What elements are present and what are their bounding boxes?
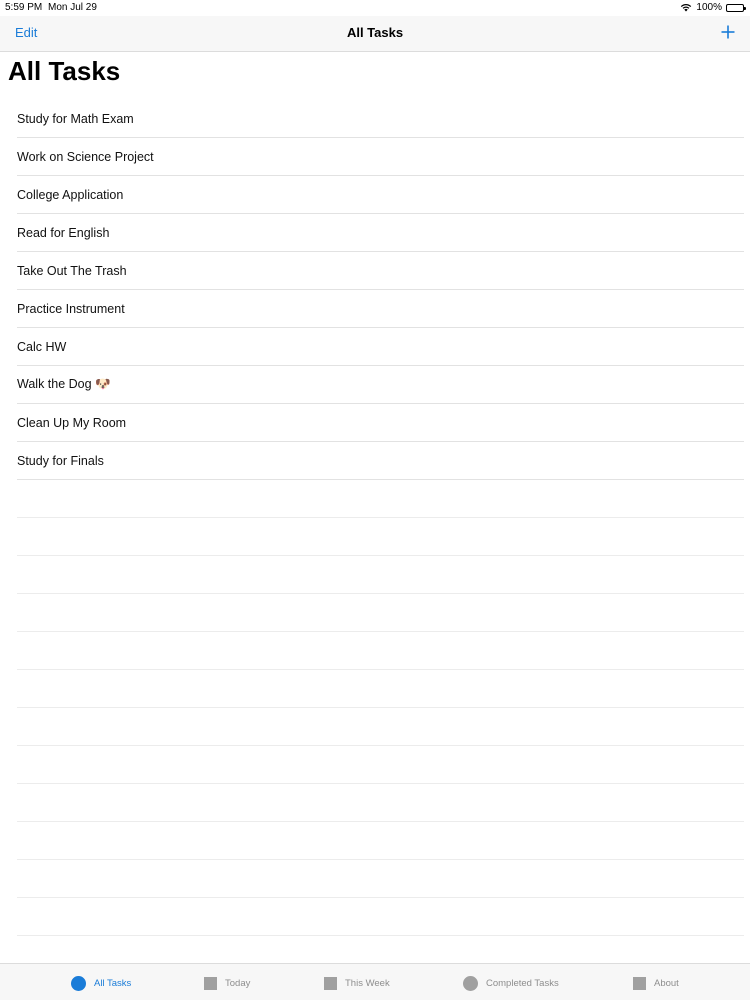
tab-label: All Tasks bbox=[94, 977, 132, 989]
navigation-bar: Edit All Tasks bbox=[0, 16, 750, 52]
empty-row bbox=[17, 670, 744, 708]
task-row[interactable]: Clean Up My Room bbox=[17, 404, 744, 442]
empty-row bbox=[17, 784, 744, 822]
empty-row bbox=[17, 556, 744, 594]
tab-about[interactable]: About bbox=[633, 974, 679, 992]
circle-icon bbox=[71, 975, 86, 991]
circle-icon bbox=[463, 975, 478, 991]
task-row[interactable]: Walk the Dog 🐶 bbox=[17, 366, 744, 404]
status-date: Mon Jul 29 bbox=[48, 2, 97, 13]
task-row[interactable]: Read for English bbox=[17, 214, 744, 252]
tab-this-week[interactable]: This Week bbox=[324, 974, 390, 992]
status-indicators: 100% bbox=[680, 2, 746, 13]
empty-row bbox=[17, 860, 744, 898]
empty-row bbox=[17, 518, 744, 556]
task-row[interactable]: College Application bbox=[17, 176, 744, 214]
square-icon bbox=[324, 976, 337, 990]
task-row[interactable]: Take Out The Trash bbox=[17, 252, 744, 290]
battery-icon bbox=[726, 3, 746, 12]
task-list: Study for Math Exam Work on Science Proj… bbox=[17, 100, 744, 936]
status-bar: 5:59 PM Mon Jul 29 100% bbox=[0, 0, 750, 16]
tab-all-tasks[interactable]: All Tasks bbox=[71, 974, 131, 992]
tab-label: Today bbox=[225, 977, 251, 989]
nav-title: All Tasks bbox=[346, 25, 404, 40]
tab-today[interactable]: Today bbox=[204, 974, 250, 992]
empty-row bbox=[17, 632, 744, 670]
battery-percent: 100% bbox=[696, 2, 722, 13]
plus-icon[interactable] bbox=[720, 24, 736, 40]
task-row[interactable]: Study for Math Exam bbox=[17, 100, 744, 138]
empty-row bbox=[17, 898, 744, 936]
empty-row bbox=[17, 594, 744, 632]
tab-completed-tasks[interactable]: Completed Tasks bbox=[463, 974, 559, 992]
empty-row bbox=[17, 746, 744, 784]
wifi-icon bbox=[681, 3, 692, 12]
tab-bar: All Tasks Today This Week Completed Task… bbox=[0, 963, 750, 1000]
page-title: All Tasks bbox=[8, 56, 121, 86]
task-row[interactable]: Study for Finals bbox=[17, 442, 744, 480]
empty-row bbox=[17, 708, 744, 746]
task-row[interactable]: Work on Science Project bbox=[17, 138, 744, 176]
task-row[interactable]: Practice Instrument bbox=[17, 290, 744, 328]
square-icon bbox=[204, 976, 217, 990]
screen: 5:59 PM Mon Jul 29 100% Edit All Tasks A… bbox=[0, 0, 750, 1000]
status-time: 5:59 PM bbox=[5, 2, 43, 13]
square-icon bbox=[633, 976, 646, 990]
task-row[interactable]: Calc HW bbox=[17, 328, 744, 366]
empty-row bbox=[17, 822, 744, 860]
tab-label: Completed Tasks bbox=[486, 977, 559, 989]
tab-label: This Week bbox=[345, 977, 390, 989]
empty-row bbox=[17, 480, 744, 518]
tab-label: About bbox=[654, 977, 679, 989]
